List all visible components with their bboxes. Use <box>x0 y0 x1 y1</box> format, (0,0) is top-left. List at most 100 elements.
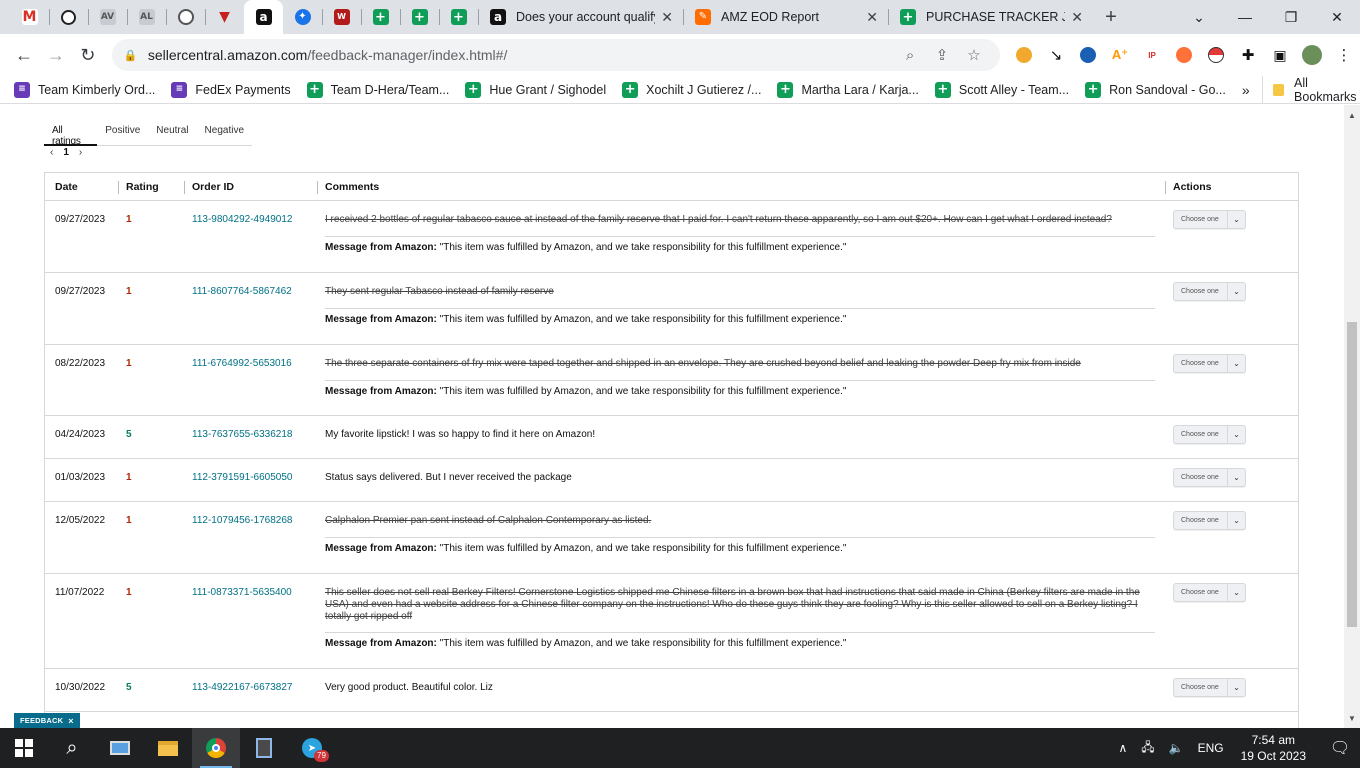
pinned-tab[interactable]: + <box>361 0 400 34</box>
address-bar[interactable]: 🔒 sellercentral.amazon.com/feedback-mana… <box>111 39 1001 71</box>
bookmark-item[interactable]: + Ron Sandoval - Go... <box>1085 81 1226 98</box>
extension-keepa-icon[interactable] <box>1072 39 1104 71</box>
bookmark-item[interactable]: + Martha Lara / Karja... <box>777 81 919 98</box>
scrollbar-thumb[interactable] <box>1347 322 1357 627</box>
column-header-order-id[interactable]: Order ID <box>183 181 234 194</box>
pinned-tab[interactable]: M <box>10 0 49 34</box>
file-explorer-icon[interactable] <box>144 728 192 768</box>
extension-honey-icon[interactable] <box>1008 39 1040 71</box>
minimize-button[interactable]: — <box>1222 9 1268 25</box>
column-header-date[interactable]: Date <box>55 181 78 193</box>
rating-tab-negative[interactable]: Negative <box>197 122 252 146</box>
bookmark-star-icon[interactable]: ☆ <box>958 46 990 64</box>
chevron-down-icon[interactable]: ⌄ <box>1227 355 1245 372</box>
side-panel-icon[interactable]: ▣ <box>1264 39 1296 71</box>
bookmark-item[interactable]: ≡ Team Kimberly Ord... <box>14 81 155 98</box>
start-button[interactable] <box>0 728 48 768</box>
extension-pokeball-icon[interactable] <box>1200 39 1232 71</box>
scroll-down-arrow-icon[interactable]: ▼ <box>1344 712 1360 726</box>
back-button[interactable]: ← <box>8 39 40 71</box>
current-page[interactable]: 1 <box>63 147 69 158</box>
pinned-tab[interactable]: a <box>244 0 283 34</box>
order-id-link[interactable]: 113-9804292-4949012 <box>192 214 292 225</box>
show-hidden-icons-chevron-icon[interactable]: ∧ <box>1118 741 1127 755</box>
calculator-icon[interactable] <box>240 728 288 768</box>
bookmark-item[interactable]: + Hue Grant / Sighodel <box>465 81 606 98</box>
chrome-taskbar-icon[interactable] <box>192 728 240 768</box>
action-dropdown[interactable]: Choose one ⌄ <box>1173 468 1246 487</box>
browser-tab[interactable]: ✎ AMZ EOD Report ✕ <box>683 0 888 34</box>
clock[interactable]: 7:54 am 19 Oct 2023 <box>1241 732 1306 764</box>
bookmark-item[interactable]: ≡ FedEx Payments <box>171 81 291 98</box>
more-bookmarks-chevron-icon[interactable]: » <box>1242 82 1250 98</box>
close-tab-icon[interactable]: ✕ <box>866 9 878 26</box>
pinned-tab[interactable]: W <box>322 0 361 34</box>
column-header-rating[interactable]: Rating <box>118 181 159 194</box>
next-page-chevron-icon[interactable]: › <box>79 147 82 158</box>
share-icon[interactable]: ⇪ <box>926 46 958 64</box>
browser-menu-icon[interactable]: ⋮ <box>1328 39 1360 71</box>
feedback-widget-button[interactable]: FEEDBACK × <box>14 713 80 728</box>
volume-icon[interactable]: 🔈 <box>1169 741 1184 755</box>
chevron-down-icon[interactable]: ⌄ <box>1227 426 1245 443</box>
url-text[interactable]: sellercentral.amazon.com/feedback-manage… <box>148 47 894 63</box>
computer-icon[interactable] <box>96 728 144 768</box>
chevron-down-icon[interactable]: ⌄ <box>1227 469 1245 486</box>
extension-ip-alert-icon[interactable]: IP <box>1136 39 1168 71</box>
all-bookmarks-button[interactable]: All Bookmarks <box>1261 75 1360 104</box>
order-id-link[interactable]: 112-1079456-1768268 <box>192 515 292 526</box>
close-window-button[interactable]: ✕ <box>1314 9 1360 26</box>
close-tab-icon[interactable]: ✕ <box>661 9 673 26</box>
pinned-tab[interactable]: + <box>400 0 439 34</box>
action-dropdown[interactable]: Choose one ⌄ <box>1173 354 1246 373</box>
reload-button[interactable]: ↻ <box>72 39 104 71</box>
search-icon[interactable]: ⌕ <box>48 728 96 768</box>
rating-tab-positive[interactable]: Positive <box>97 122 148 146</box>
network-icon[interactable]: 🖧 <box>1141 738 1154 759</box>
chevron-down-icon[interactable]: ⌄ <box>1227 283 1245 300</box>
bookmark-item[interactable]: + Xochilt J Gutierez /... <box>622 81 761 98</box>
pinned-tab[interactable]: ▼ <box>205 0 244 34</box>
bookmark-item[interactable]: + Team D-Hera/Team... <box>306 81 449 98</box>
close-tab-icon[interactable]: ✕ <box>1071 9 1083 26</box>
chevron-down-icon[interactable]: ⌄ <box>1227 584 1245 601</box>
pinned-tab[interactable] <box>166 0 205 34</box>
prev-page-chevron-icon[interactable]: ‹ <box>50 147 53 158</box>
language-indicator[interactable]: ENG <box>1198 741 1224 755</box>
extensions-puzzle-icon[interactable]: ✚ <box>1232 39 1264 71</box>
action-dropdown[interactable]: Choose one ⌄ <box>1173 511 1246 530</box>
browser-tab[interactable]: a Does your account qualify ✕ <box>478 0 683 34</box>
order-id-link[interactable]: 111-0873371-5635400 <box>192 587 292 598</box>
order-id-link[interactable]: 111-8607764-5867462 <box>192 286 292 297</box>
notification-center-icon[interactable]: 🗨 <box>1320 738 1360 758</box>
rating-tab-all-ratings[interactable]: All ratings <box>44 122 98 147</box>
action-dropdown[interactable]: Choose one ⌄ <box>1173 210 1246 229</box>
pinned-tab[interactable]: AL <box>127 0 166 34</box>
pinned-tab[interactable]: AV <box>88 0 127 34</box>
page-scrollbar[interactable]: ▲ ▼ <box>1344 105 1360 728</box>
order-id-link[interactable]: 113-4922167-6673827 <box>192 682 292 693</box>
chevron-down-icon[interactable]: ⌄ <box>1227 211 1245 228</box>
telegram-icon[interactable]: ➤ 79 <box>288 728 336 768</box>
tab-search-chevron-icon[interactable]: ⌄ <box>1176 9 1222 26</box>
action-dropdown[interactable]: Choose one ⌄ <box>1173 583 1246 602</box>
extension-firefox-icon[interactable] <box>1168 39 1200 71</box>
browser-tab[interactable]: + PURCHASE TRACKER JUN ✕ <box>888 0 1093 34</box>
extension-boost-icon[interactable]: A⁺ <box>1104 39 1136 71</box>
order-id-link[interactable]: 111-6764992-5653016 <box>192 358 292 369</box>
bookmark-item[interactable]: + Scott Alley - Team... <box>934 81 1069 98</box>
scroll-up-arrow-icon[interactable]: ▲ <box>1344 109 1360 123</box>
pinned-tab[interactable]: + <box>439 0 478 34</box>
order-id-link[interactable]: 112-3791591-6605050 <box>192 472 292 483</box>
close-icon[interactable]: × <box>68 716 73 726</box>
order-id-link[interactable]: 113-7637655-6336218 <box>192 429 292 440</box>
new-tab-button[interactable]: + <box>1093 0 1129 34</box>
zoom-search-icon[interactable]: ⌕ <box>894 47 926 64</box>
pinned-tab[interactable]: ✦ <box>283 0 322 34</box>
profile-avatar[interactable] <box>1296 39 1328 71</box>
forward-button[interactable]: → <box>40 39 72 71</box>
action-dropdown[interactable]: Choose one ⌄ <box>1173 678 1246 697</box>
chevron-down-icon[interactable]: ⌄ <box>1227 679 1245 696</box>
action-dropdown[interactable]: Choose one ⌄ <box>1173 282 1246 301</box>
restore-button[interactable]: ❐ <box>1268 9 1314 26</box>
